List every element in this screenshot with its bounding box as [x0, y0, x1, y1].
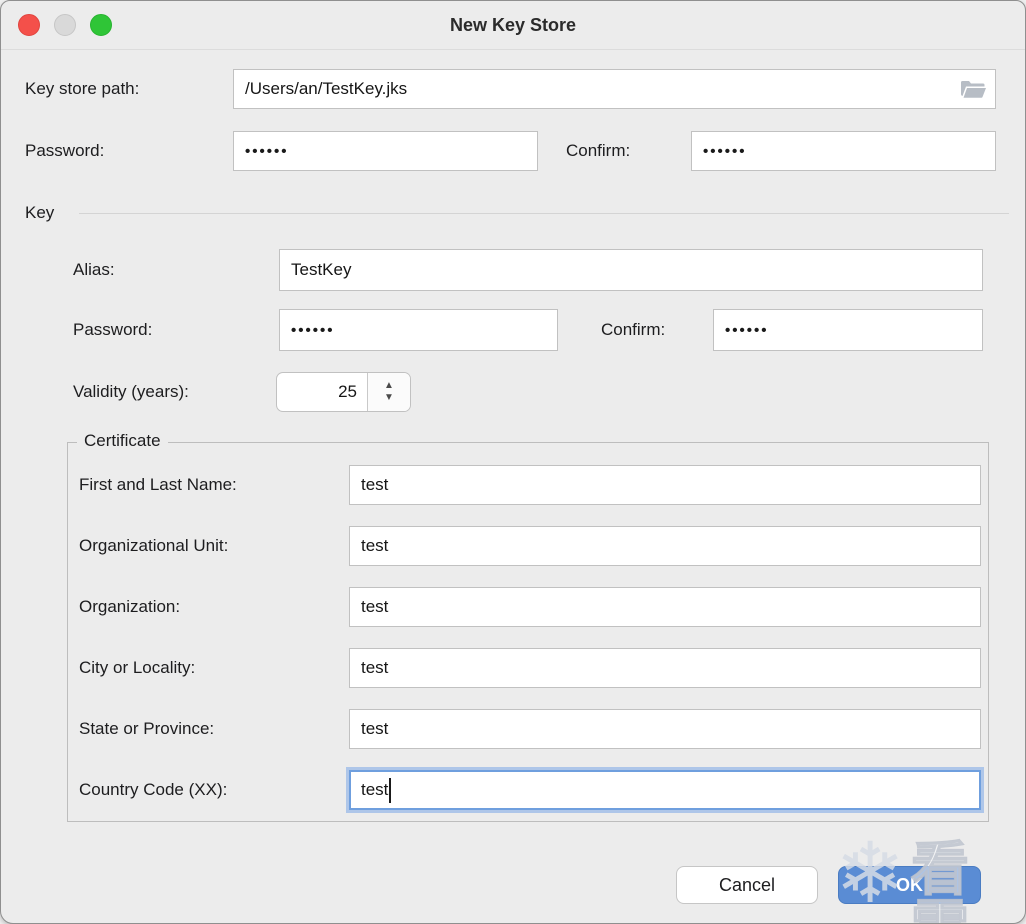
key-password-value: ••••••: [291, 321, 335, 339]
validity-stepper: ▲ ▼: [367, 373, 410, 411]
stepper-up-icon[interactable]: ▲: [368, 373, 410, 392]
screenshot-stage: New Key Store Key store path: /Users/an/…: [0, 0, 1026, 924]
validity-value[interactable]: 25: [277, 373, 367, 411]
state-province-value: test: [361, 719, 389, 738]
first-last-name-label: First and Last Name:: [79, 475, 237, 494]
state-province-label: State or Province:: [79, 719, 215, 738]
city-locality-field[interactable]: test: [349, 648, 981, 688]
text-caret: [389, 777, 392, 803]
organizational-unit-field[interactable]: test: [349, 526, 981, 566]
key-password-label: Password:: [73, 320, 153, 339]
key-store-path-field[interactable]: /Users/an/TestKey.jks: [233, 69, 996, 109]
store-password-value: ••••••: [245, 142, 289, 160]
key-confirm-field[interactable]: ••••••: [713, 309, 983, 351]
cancel-button[interactable]: Cancel: [676, 866, 818, 904]
dialog-title: New Key Store: [449, 15, 577, 35]
stepper-down-icon[interactable]: ▼: [368, 392, 410, 411]
store-password-field[interactable]: ••••••: [233, 131, 538, 171]
country-code-field[interactable]: test: [349, 770, 981, 810]
key-store-path-label: Key store path:: [25, 79, 140, 98]
key-confirm-label: Confirm:: [601, 320, 666, 339]
store-password-label: Password:: [25, 141, 105, 160]
alias-value: TestKey: [291, 260, 352, 279]
key-section-title: Key: [25, 203, 55, 222]
new-key-store-dialog: New Key Store Key store path: /Users/an/…: [0, 0, 1026, 924]
state-province-field[interactable]: test: [349, 709, 981, 749]
browse-folder-icon[interactable]: [960, 79, 986, 99]
country-code-value: test: [361, 780, 389, 799]
organizational-unit-label: Organizational Unit:: [79, 536, 229, 555]
certificate-legend: Certificate: [77, 431, 168, 451]
organization-value: test: [361, 597, 389, 616]
validity-spinner[interactable]: 25 ▲ ▼: [276, 372, 411, 412]
city-locality-value: test: [361, 658, 389, 677]
key-store-path-value: /Users/an/TestKey.jks: [245, 79, 408, 98]
organization-label: Organization:: [79, 597, 181, 616]
title-bar: New Key Store: [1, 1, 1025, 50]
first-last-name-field[interactable]: test: [349, 465, 981, 505]
alias-field[interactable]: TestKey: [279, 249, 983, 291]
alias-label: Alias:: [73, 260, 115, 279]
store-confirm-label: Confirm:: [566, 141, 631, 160]
organizational-unit-value: test: [361, 536, 389, 555]
key-confirm-value: ••••••: [725, 321, 769, 339]
validity-label: Validity (years):: [73, 382, 189, 401]
key-section-divider: [79, 213, 1009, 214]
ok-button[interactable]: OK: [838, 866, 981, 904]
country-code-label: Country Code (XX):: [79, 780, 228, 799]
key-password-field[interactable]: ••••••: [279, 309, 558, 351]
store-confirm-value: ••••••: [703, 142, 747, 160]
first-last-name-value: test: [361, 475, 389, 494]
store-confirm-field[interactable]: ••••••: [691, 131, 996, 171]
city-locality-label: City or Locality:: [79, 658, 196, 677]
organization-field[interactable]: test: [349, 587, 981, 627]
